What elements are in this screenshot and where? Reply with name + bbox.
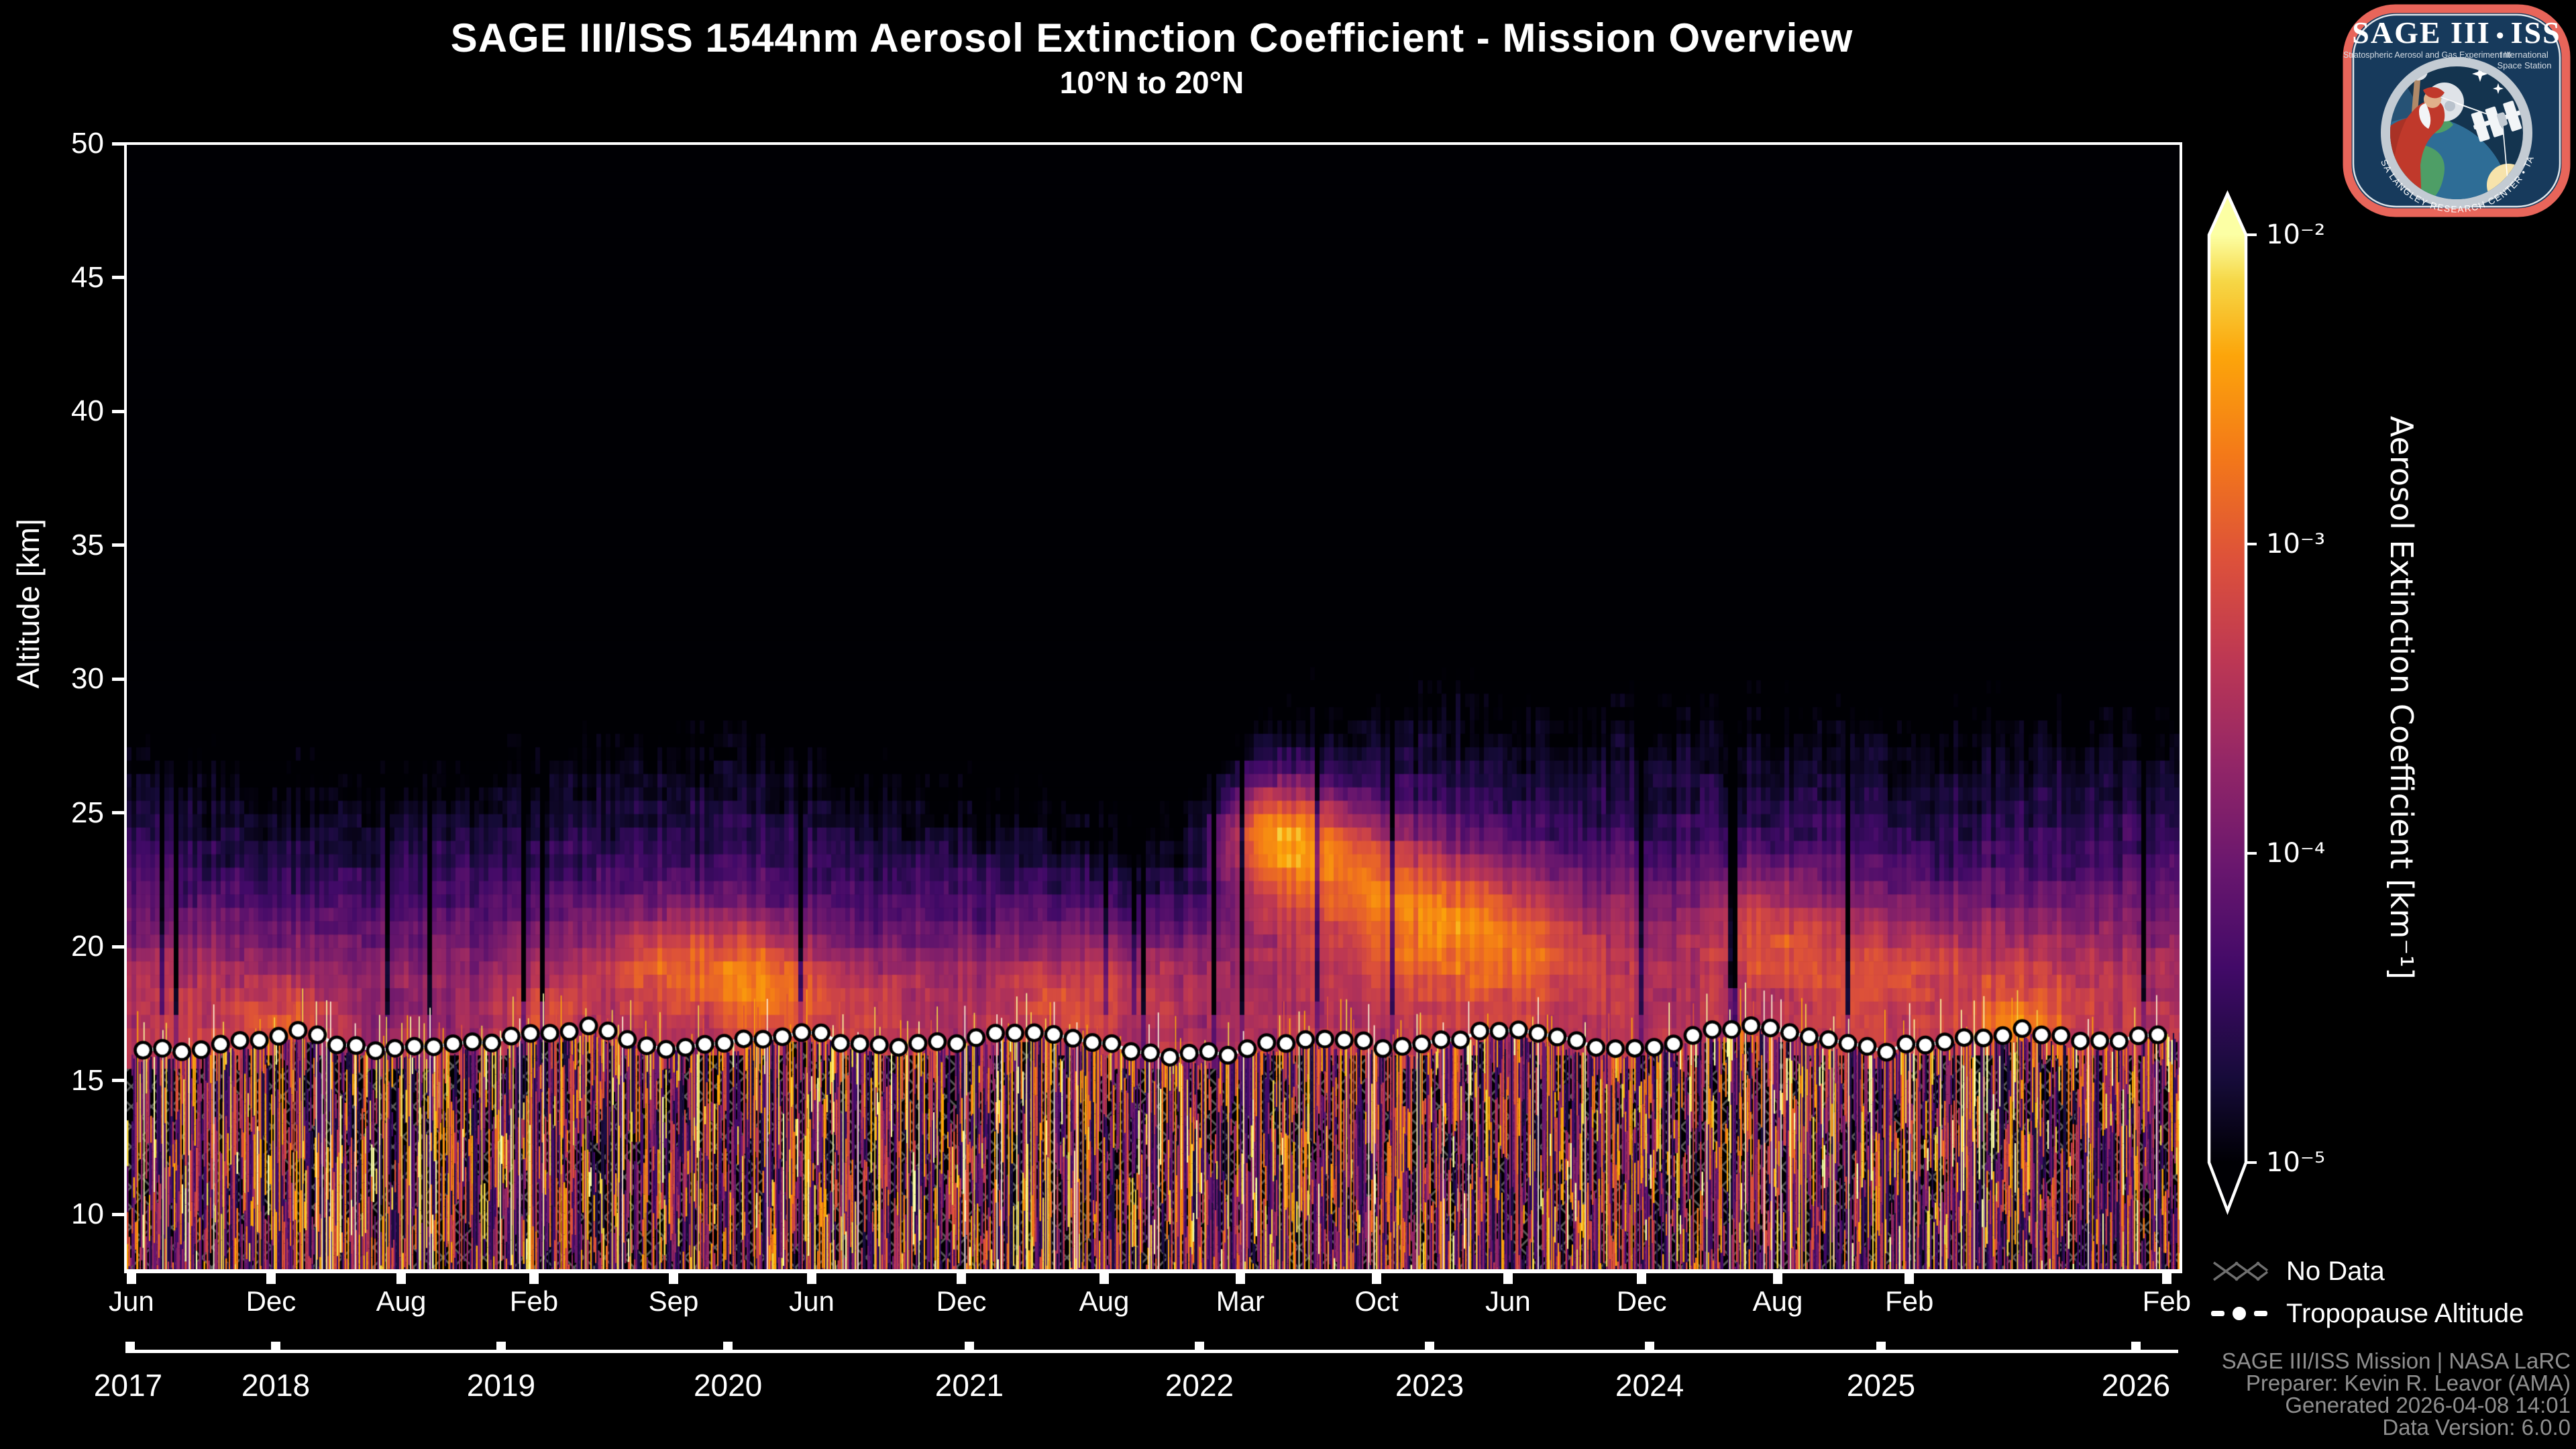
y-tick-mark xyxy=(112,1212,127,1216)
year-tick-label: 2017 xyxy=(93,1368,163,1403)
year-tick-label: 2025 xyxy=(1846,1368,1916,1403)
y-tick-mark xyxy=(112,1079,127,1083)
year-tick-label: 2022 xyxy=(1165,1368,1234,1403)
logo-subtitle-iss: International xyxy=(2500,50,2548,60)
y-tick-label: 10 xyxy=(71,1197,104,1231)
y-tick-label: 20 xyxy=(71,930,104,963)
month-tick-label: Dec xyxy=(246,1285,297,1317)
year-tick-mark xyxy=(1425,1342,1435,1350)
month-tick-mark xyxy=(1637,1272,1647,1284)
y-tick-mark xyxy=(112,543,127,547)
year-tick-label: 2023 xyxy=(1395,1368,1464,1403)
year-tick-label: 2020 xyxy=(693,1368,763,1403)
y-tick-mark xyxy=(112,409,127,413)
sage-iii-iss-mission-patch: SAGE III • ISS Stratospheric Aerosol and G… xyxy=(2343,4,2571,217)
logo-subtitle-iss-2: Space Station xyxy=(2498,60,2552,70)
month-tick-mark xyxy=(1772,1272,1782,1284)
month-tick-label: Sep xyxy=(648,1285,699,1317)
chart-title: SAGE III/ISS 1544nm Aerosol Extinction C… xyxy=(450,15,1854,60)
y-tick-mark xyxy=(112,811,127,815)
no-data-hatch-icon xyxy=(2212,1261,2269,1281)
y-axis-label: Altitude [km] xyxy=(10,519,46,688)
month-tick-label: Oct xyxy=(1354,1285,1399,1317)
month-tick-label: Dec xyxy=(936,1285,987,1317)
month-tick-mark xyxy=(396,1272,406,1284)
month-tick-label: Aug xyxy=(376,1285,427,1317)
colorbar-label: Aerosol Extinction Coefficient [km⁻¹] xyxy=(2383,415,2420,980)
attribution-footer: SAGE III/ISS Mission | NASA LaRC Preparer… xyxy=(2222,1350,2571,1438)
month-tick-label: Aug xyxy=(1752,1285,1803,1317)
year-tick-label: 2024 xyxy=(1615,1368,1684,1403)
month-tick-mark xyxy=(266,1272,276,1284)
month-tick-mark xyxy=(529,1272,539,1284)
y-tick-label: 40 xyxy=(71,394,104,428)
month-tick-label: Jun xyxy=(109,1285,154,1317)
month-tick-label: Mar xyxy=(1216,1285,1265,1317)
y-tick-label: 15 xyxy=(71,1063,104,1097)
year-tick-label: 2018 xyxy=(241,1368,311,1403)
colorbar-tick-1e-5: 10⁻⁵ xyxy=(2266,1147,2326,1178)
month-tick-mark xyxy=(2161,1272,2171,1284)
month-tick-mark xyxy=(1503,1272,1513,1284)
colorbar-tick-1e-4: 10⁻⁴ xyxy=(2266,838,2326,869)
heatmap-canvas xyxy=(127,145,2180,1269)
y-tick-label: 35 xyxy=(71,528,104,561)
year-tick-mark xyxy=(496,1342,506,1350)
month-tick-mark xyxy=(806,1272,816,1284)
colorbar-extend-max-arrow xyxy=(2209,194,2246,235)
month-tick-mark xyxy=(1904,1272,1915,1284)
legend-item-no-data: No Data xyxy=(2211,1252,2385,1290)
colorbar-tick-marks xyxy=(2246,233,2257,1164)
month-tick-mark xyxy=(1372,1272,1382,1284)
year-tick-label: 2019 xyxy=(466,1368,536,1403)
y-tick-mark xyxy=(112,142,127,146)
year-tick-mark xyxy=(1645,1342,1655,1350)
colorbar-tick-1e-2: 10⁻² xyxy=(2266,219,2326,250)
legend-item-tropopause: Tropopause Altitude xyxy=(2211,1295,2524,1332)
y-tick-mark xyxy=(112,677,127,681)
colorbar-extend-min-arrow xyxy=(2209,1163,2246,1211)
month-tick-label: Aug xyxy=(1079,1285,1130,1317)
chart-subtitle: 10°N to 20°N xyxy=(1059,65,1244,100)
legend-label-no-data: No Data xyxy=(2286,1256,2385,1286)
footer-line: SAGE III/ISS Mission | NASA LaRC xyxy=(2221,1348,2571,1373)
month-tick-mark xyxy=(1099,1272,1109,1284)
year-tick-mark xyxy=(270,1342,280,1350)
colorbar-gradient xyxy=(2209,235,2246,1163)
year-axis-line xyxy=(125,1350,2178,1353)
month-tick-label: Feb xyxy=(1884,1285,1934,1317)
year-tick-mark xyxy=(1194,1342,1204,1350)
legend-label-tropopause: Tropopause Altitude xyxy=(2286,1298,2524,1328)
logo-title: SAGE III • ISS xyxy=(2352,15,2561,50)
month-tick-mark xyxy=(126,1272,136,1284)
y-tick-label: 25 xyxy=(71,796,104,829)
y-tick-mark xyxy=(112,945,127,949)
colorbar-tick-1e-3: 10⁻³ xyxy=(2266,529,2326,559)
y-tick-label: 45 xyxy=(71,260,104,294)
month-tick-mark xyxy=(669,1272,679,1284)
year-tick-mark xyxy=(723,1342,733,1350)
footer-line: Preparer: Kevin R. Leavor (AMA) xyxy=(2245,1371,2571,1395)
month-tick-label: Feb xyxy=(509,1285,559,1317)
month-tick-label: Feb xyxy=(2142,1285,2192,1317)
logo-subtitle-sage: Stratospheric Aerosol and Gas Experiment… xyxy=(2343,50,2511,60)
colorbar xyxy=(2207,190,2257,1216)
year-tick-label: 2021 xyxy=(934,1368,1004,1403)
year-tick-label: 2026 xyxy=(2101,1368,2171,1403)
month-tick-label: Jun xyxy=(789,1285,835,1317)
year-tick-mark xyxy=(1876,1342,1886,1350)
footer-line: Generated 2026-04-08 14:01 xyxy=(2285,1393,2571,1417)
y-tick-label: 30 xyxy=(71,662,104,696)
year-tick-mark xyxy=(2131,1342,2141,1350)
month-tick-label: Jun xyxy=(1485,1285,1531,1317)
year-tick-mark xyxy=(964,1342,974,1350)
tropopause-line-icon xyxy=(2211,1304,2267,1323)
y-tick-label: 50 xyxy=(71,127,104,160)
month-tick-label: Dec xyxy=(1616,1285,1667,1317)
month-tick-mark xyxy=(1235,1272,1245,1284)
year-tick-mark xyxy=(125,1342,135,1350)
y-tick-mark xyxy=(112,276,127,280)
month-tick-mark xyxy=(957,1272,967,1284)
footer-line: Data Version: 6.0.0 xyxy=(2382,1415,2571,1440)
